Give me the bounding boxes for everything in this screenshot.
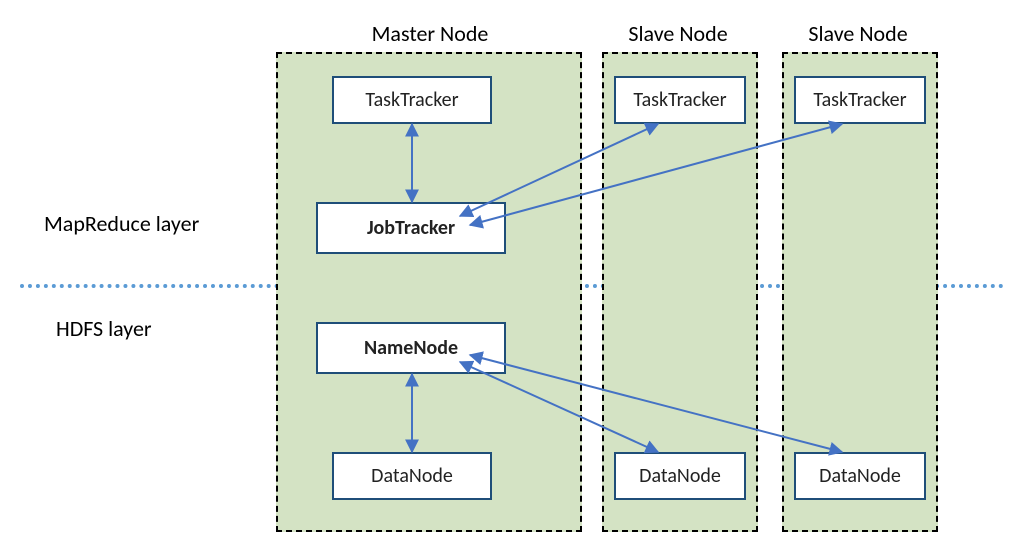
node-title-slave1: Slave Node [598,20,758,47]
comp-master-namenode: NameNode [316,322,506,374]
comp-slave2-tasktracker: TaskTracker [794,76,926,124]
comp-master-tasktracker: TaskTracker [332,76,492,124]
comp-slave1-datanode: DataNode [614,452,746,500]
node-title-slave2: Slave Node [778,20,938,47]
layer-label-mapreduce: MapReduce layer [44,210,199,237]
comp-master-datanode: DataNode [332,452,492,500]
layer-label-hdfs: HDFS layer [56,315,152,342]
comp-slave1-tasktracker: TaskTracker [614,76,746,124]
node-title-master: Master Node [330,20,530,47]
comp-master-jobtracker: JobTracker [316,202,506,254]
comp-slave2-datanode: DataNode [794,452,926,500]
